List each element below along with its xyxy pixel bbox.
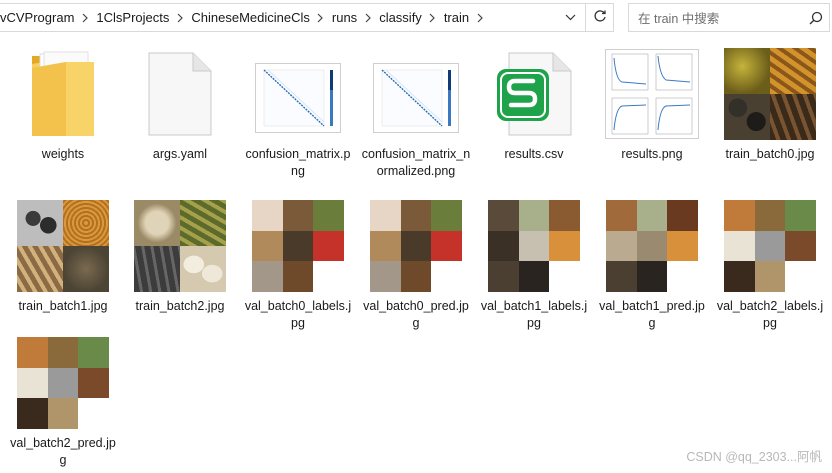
train-batch2-thumbnail — [125, 200, 235, 292]
file-name: train_batch1.jpg — [18, 299, 108, 313]
watermark: CSDN @qq_2303...阿帆 — [686, 450, 822, 464]
file-item-confusion-matrix-normalized[interactable]: confusion_matrix_normalized.png — [361, 46, 471, 196]
val-batch2-labels-thumbnail — [715, 200, 825, 292]
val-batch0-labels-thumbnail — [243, 200, 353, 292]
history-dropdown-button[interactable] — [555, 4, 585, 31]
file-item-args-yaml[interactable]: args.yaml — [125, 46, 235, 166]
folder-icon — [8, 46, 118, 142]
file-item-train-batch1[interactable]: train_batch1.jpg — [8, 198, 118, 318]
chevron-down-icon — [565, 14, 576, 21]
file-name: val_batch1_labels.jpg — [480, 299, 588, 330]
file-item-val-batch1-pred[interactable]: val_batch1_pred.jpg — [597, 198, 707, 330]
file-name: val_batch1_pred.jpg — [599, 299, 705, 330]
chevron-right-icon[interactable] — [78, 13, 92, 23]
file-name: val_batch2_pred.jpg — [10, 436, 116, 467]
breadcrumb-runs[interactable]: runs — [328, 10, 361, 25]
chevron-right-icon[interactable] — [473, 13, 487, 23]
file-item-val-batch0-pred[interactable]: val_batch0_pred.jpg — [361, 198, 471, 330]
search-icon[interactable] — [803, 4, 829, 31]
breadcrumb-train[interactable]: train — [440, 10, 473, 25]
confusion-matrix-normalized-thumbnail — [361, 60, 471, 136]
file-item-train-batch0[interactable]: train_batch0.jpg — [715, 46, 825, 166]
refresh-button[interactable] — [585, 4, 613, 31]
breadcrumb-classify[interactable]: classify — [375, 10, 426, 25]
file-item-train-batch2[interactable]: train_batch2.jpg — [125, 198, 235, 318]
file-item-val-batch2-pred[interactable]: val_batch2_pred.jpg — [8, 335, 118, 469]
search-input[interactable]: 在 train 中搜索 — [629, 8, 803, 27]
val-batch1-labels-thumbnail — [479, 200, 589, 292]
results-chart-thumbnail — [597, 48, 707, 140]
breadcrumb-vcvprogram[interactable]: vCVProgram — [0, 10, 78, 25]
file-name: val_batch2_labels.jpg — [716, 299, 824, 330]
val-batch0-pred-thumbnail — [361, 200, 471, 292]
train-batch0-thumbnail — [715, 48, 825, 140]
breadcrumb-1clsprojects[interactable]: 1ClsProjects — [92, 10, 173, 25]
spreadsheet-icon — [479, 46, 589, 142]
breadcrumb-chinesemedicinecls[interactable]: ChineseMedicineCls — [187, 10, 314, 25]
file-item-weights[interactable]: weights — [8, 46, 118, 166]
file-name: train_batch2.jpg — [135, 299, 225, 313]
file-name: val_batch0_pred.jpg — [363, 299, 469, 330]
val-batch2-pred-thumbnail — [8, 337, 118, 429]
val-batch1-pred-thumbnail — [597, 200, 707, 292]
file-name: results.csv — [504, 147, 564, 161]
chevron-right-icon[interactable] — [173, 13, 187, 23]
chevron-right-icon[interactable] — [314, 13, 328, 23]
file-item-results-png[interactable]: results.png — [597, 46, 707, 166]
file-item-val-batch2-labels[interactable]: val_batch2_labels.jpg — [715, 198, 825, 330]
file-name: train_batch0.jpg — [725, 147, 815, 161]
document-icon — [125, 46, 235, 142]
file-name: weights — [41, 147, 85, 161]
refresh-icon — [593, 9, 607, 26]
file-item-val-batch1-labels[interactable]: val_batch1_labels.jpg — [479, 198, 589, 330]
file-item-confusion-matrix[interactable]: confusion_matrix.png — [243, 46, 353, 186]
file-name: results.png — [621, 147, 683, 161]
file-name: args.yaml — [152, 147, 208, 161]
file-name: confusion_matrix.png — [245, 147, 351, 178]
train-batch1-thumbnail — [8, 200, 118, 292]
file-item-val-batch0-labels[interactable]: val_batch0_labels.jpg — [243, 198, 353, 330]
search-box[interactable]: 在 train 中搜索 — [628, 3, 830, 32]
chevron-right-icon[interactable] — [426, 13, 440, 23]
file-item-results-csv[interactable]: results.csv — [479, 46, 589, 166]
file-name: confusion_matrix_normalized.png — [361, 147, 471, 178]
file-name: val_batch0_labels.jpg — [244, 299, 352, 330]
address-bar[interactable]: vCVProgram 1ClsProjects ChineseMedicineC… — [0, 3, 614, 32]
chevron-right-icon[interactable] — [361, 13, 375, 23]
confusion-matrix-thumbnail — [243, 60, 353, 136]
address-toolbar: vCVProgram 1ClsProjects ChineseMedicineC… — [0, 0, 832, 36]
